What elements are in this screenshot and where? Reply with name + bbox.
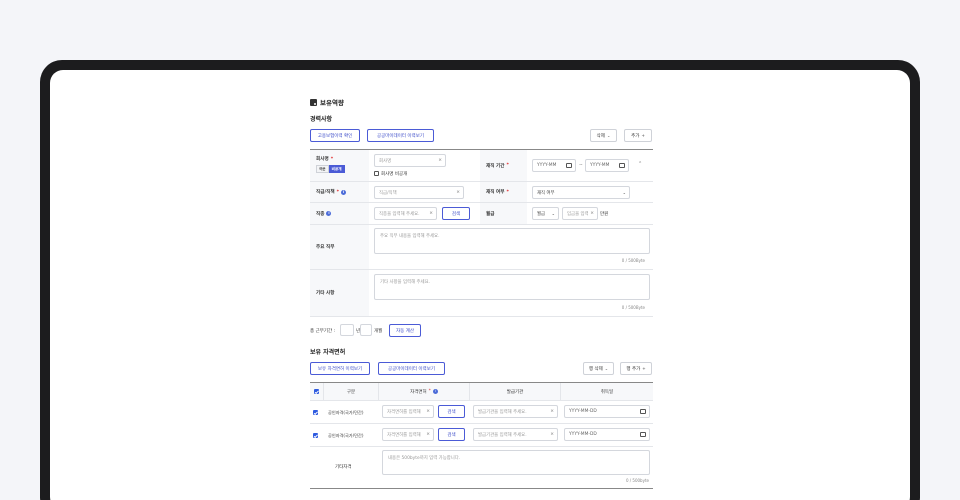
period-from-input[interactable]: YYYY-MM (532, 159, 576, 172)
col-issuer: 발급기관 (470, 383, 561, 400)
other-cert-textarea[interactable]: 내용은 500byte까지 입력 가능합니다. (382, 450, 650, 475)
position-input[interactable]: 직급/직책 × (374, 186, 464, 199)
career-row-position: 직급/직책 * i 직급/직책 × 재직 여부 * 재직 여부 ⌄ (310, 182, 653, 203)
job-input[interactable]: 직종을 입력해 주세요. × (374, 207, 437, 220)
company-private-checkbox[interactable] (374, 171, 379, 176)
career-table: 회사명 * 국문 비공개 회사명 × 회사명 비공개 재직 기간 * YYYY-MM … (310, 149, 653, 317)
row-delete-button[interactable]: 행 삭제 ⌄ (583, 362, 614, 375)
cert-section-title: 보유 자격면허 (310, 349, 346, 356)
company-private-label: 회사명 비공개 (381, 172, 408, 177)
clear-icon[interactable]: × (426, 432, 430, 437)
period-label: 재직 기간 * (480, 150, 527, 181)
info-icon[interactable]: i (432, 389, 438, 394)
table-row: 공인자격(국가/민간) 자격면허를 입력해 × 검색 발급기관을 입력해 주세요.… (310, 401, 653, 424)
chevron-down-icon: ⌄ (622, 190, 626, 195)
job-search-button[interactable]: 검색 (442, 207, 470, 220)
col-date: 취득일 (600, 389, 614, 395)
job-label: 직종 i (310, 203, 369, 224)
cert-table-header: 구분 자격면허 * i 발급기관 취득일 (310, 382, 653, 401)
table-row: 공인자격(국가/민간) 자격면허를 입력해 × 검색 발급기관을 입력해 주세요.… (310, 424, 653, 447)
clear-icon[interactable]: × (438, 158, 442, 163)
cert-history-button[interactable]: 보유 자격면허 이력보기 (310, 362, 370, 375)
public-data-history-button[interactable]: 공공마이데이터 이력보기 (367, 129, 434, 142)
career-row-company: 회사명 * 국문 비공개 회사명 × 회사명 비공개 재직 기간 * YYYY-MM … (310, 150, 653, 182)
career-delete-button[interactable]: 삭제 ⌄ (590, 129, 617, 142)
info-icon[interactable]: i (341, 189, 346, 195)
clear-icon[interactable]: × (550, 409, 554, 414)
career-section-title: 경력사항 (310, 116, 333, 123)
device-frame: 보유역량 경력사항 고용보험이력 확인 공공마이데이터 이력보기 삭제 ⌄ 추가 +… (40, 60, 920, 500)
clear-icon[interactable]: × (426, 409, 430, 414)
plus-icon: + (642, 366, 646, 371)
row-checkbox[interactable] (313, 433, 318, 438)
career-add-button[interactable]: 추가 + (624, 129, 652, 142)
status-select[interactable]: 재직 여부 ⌄ (532, 186, 630, 199)
issuer-input[interactable]: 발급기관을 입력해 주세요. × (473, 428, 558, 441)
cert-name-input[interactable]: 자격면허를 입력해 × (382, 405, 434, 418)
career-row-etc: 기타 사항 기타 사항을 입력해 주세요. 0 / 500Byte (310, 270, 653, 317)
date-input[interactable]: YYYY-MM-DD (564, 405, 650, 418)
clear-icon[interactable]: × (429, 211, 433, 216)
period-to-input[interactable]: YYYY-MM (585, 159, 629, 172)
cert-name-input[interactable]: 자격면허를 입력해 × (382, 428, 434, 441)
company-label: 회사명 * 국문 비공개 (310, 150, 369, 181)
calendar-icon[interactable] (640, 432, 646, 437)
document-icon (310, 98, 317, 106)
select-all-checkbox[interactable] (314, 389, 319, 394)
info-icon[interactable]: i (326, 211, 332, 216)
calendar-icon[interactable] (566, 163, 572, 168)
plus-icon: + (641, 133, 645, 138)
duty-textarea[interactable]: 주요 직무 내용을 입력해 주세요. (374, 228, 650, 254)
company-input[interactable]: 회사명 × (374, 154, 446, 167)
insurance-history-button[interactable]: 고용보험이력 확인 (310, 129, 360, 142)
etc-textarea[interactable]: 기타 사항을 입력해 주세요. (374, 274, 650, 300)
cert-search-button[interactable]: 검색 (438, 428, 465, 441)
col-kind: 구분 (324, 383, 379, 400)
etc-label: 기타 사항 (310, 270, 369, 316)
chevron-down-icon: ⌄ (606, 133, 611, 138)
total-period-label: 총 근무기간 : (310, 329, 336, 334)
row-checkbox[interactable] (313, 410, 318, 415)
cert-search-button[interactable]: 검색 (438, 405, 465, 418)
total-year-input[interactable] (340, 324, 354, 336)
cert-kind: 공인자격(국가/민간) (328, 433, 364, 438)
status-label: 재직 여부 * (480, 182, 527, 202)
etc-counter: 0 / 500Byte (621, 305, 645, 310)
clear-icon[interactable]: × (550, 432, 554, 437)
duty-counter: 0 / 500Byte (621, 258, 645, 263)
clear-icon[interactable]: × (590, 211, 594, 216)
other-cert-counter: 0 / 500byte (625, 478, 649, 483)
career-row-job: 직종 i 직종을 입력해 주세요. × 검색 월급 월급 ⌄ 임금을 입력 × 만원 (310, 203, 653, 225)
cert-table: 구분 자격면허 * i 발급기관 취득일 공인자격(국가/민간) 자격면허를 입력해… (310, 382, 653, 492)
date-input[interactable]: YYYY-MM-DD (564, 428, 650, 441)
collapse-chevron-icon[interactable]: ⌃ (638, 161, 642, 167)
duty-label: 주요 직무 (310, 225, 369, 269)
salary-input[interactable]: 임금을 입력 × (562, 207, 598, 220)
salary-label: 월급 (480, 203, 527, 224)
issuer-input[interactable]: 발급기관을 입력해 주세요. × (473, 405, 558, 418)
col-cert: 자격면허 * i (379, 383, 470, 400)
salary-type-select[interactable]: 월급 ⌄ (532, 207, 559, 220)
auto-calc-button[interactable]: 자동 계산 (389, 324, 421, 337)
total-month-input[interactable] (360, 324, 372, 336)
other-cert-row: 기타자격 내용은 500byte까지 입력 가능합니다. 0 / 500byte (310, 447, 653, 489)
calendar-icon[interactable] (640, 409, 646, 414)
other-cert-label: 기타자격 (335, 465, 352, 470)
page-title: 보유역량 (310, 97, 344, 107)
screen: 보유역량 경력사항 고용보험이력 확인 공공마이데이터 이력보기 삭제 ⌄ 추가 +… (50, 70, 910, 500)
salary-unit: 만원 (600, 212, 609, 217)
chevron-down-icon: ⌄ (551, 211, 555, 216)
company-language-toggle[interactable]: 국문 비공개 (316, 165, 345, 173)
cert-public-data-button[interactable]: 공공마이데이터 이력보기 (378, 362, 445, 375)
career-row-duty: 주요 직무 주요 직무 내용을 입력해 주세요. 0 / 500Byte (310, 225, 653, 270)
cert-kind: 공인자격(국가/민간) (328, 410, 364, 415)
calendar-icon[interactable] (619, 163, 625, 168)
position-label: 직급/직책 * i (310, 182, 369, 202)
clear-icon[interactable]: × (456, 190, 460, 195)
row-add-button[interactable]: 행 추가 + (620, 362, 652, 375)
chevron-down-icon: ⌄ (604, 366, 609, 371)
